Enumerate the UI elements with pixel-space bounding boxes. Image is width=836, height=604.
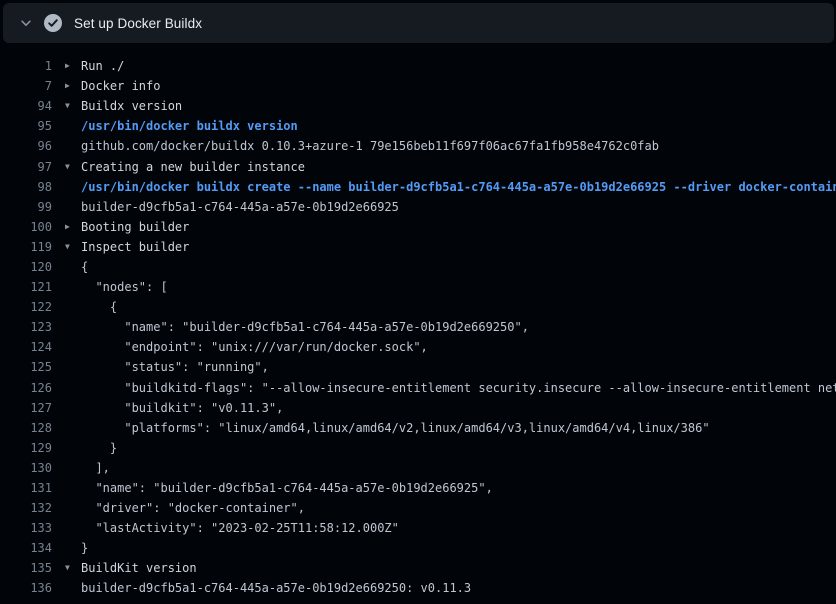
output-text: "platforms": "linux/amd64,linux/amd64/v2… bbox=[81, 421, 710, 435]
line-number[interactable]: 135 bbox=[0, 561, 52, 575]
line-number[interactable]: 97 bbox=[0, 160, 52, 174]
line-number[interactable]: 99 bbox=[0, 200, 52, 214]
triangle-down-icon[interactable]: ▼ bbox=[65, 564, 81, 572]
log-area: 1 ▶Run ./ 7 ▶Docker info 94 ▼Buildx vers… bbox=[0, 43, 836, 599]
output-text: builder-d9cfb5a1-c764-445a-a57e-0b19d2e6… bbox=[81, 200, 399, 214]
line-number[interactable]: 123 bbox=[0, 320, 52, 334]
output-text: { bbox=[81, 300, 117, 314]
line-number[interactable]: 94 bbox=[0, 99, 52, 113]
output-text: "nodes": [ bbox=[81, 280, 168, 294]
log-line[interactable]: 100 ▶Booting builder bbox=[0, 217, 836, 237]
line-number[interactable]: 126 bbox=[0, 381, 52, 395]
line-number[interactable]: 133 bbox=[0, 521, 52, 535]
line-number[interactable]: 122 bbox=[0, 300, 52, 314]
line-number[interactable]: 129 bbox=[0, 441, 52, 455]
output-text: "driver": "docker-container", bbox=[81, 501, 305, 515]
triangle-right-icon[interactable]: ▶ bbox=[65, 62, 81, 70]
log-line: 129 } bbox=[0, 438, 836, 458]
log-line: 126 "buildkitd-flags": "--allow-insecure… bbox=[0, 378, 836, 398]
chevron-down-icon[interactable] bbox=[19, 16, 33, 30]
output-text: "lastActivity": "2023-02-25T11:58:12.000… bbox=[81, 521, 399, 535]
line-number[interactable]: 1 bbox=[0, 59, 52, 73]
line-number[interactable]: 125 bbox=[0, 360, 52, 374]
output-text: builder-d9cfb5a1-c764-445a-a57e-0b19d2e6… bbox=[81, 581, 471, 595]
log-line: 96 github.com/docker/buildx 0.10.3+azure… bbox=[0, 136, 836, 156]
line-number[interactable]: 119 bbox=[0, 240, 52, 254]
line-number[interactable]: 95 bbox=[0, 119, 52, 133]
command-text: /usr/bin/docker buildx create --name bui… bbox=[81, 180, 836, 194]
triangle-down-icon[interactable]: ▼ bbox=[65, 243, 81, 251]
line-number[interactable]: 124 bbox=[0, 340, 52, 354]
output-text: "name": "builder-d9cfb5a1-c764-445a-a57e… bbox=[81, 320, 529, 334]
log-line: 122 { bbox=[0, 297, 836, 317]
command-text: /usr/bin/docker buildx version bbox=[81, 119, 298, 133]
log-line: 98 /usr/bin/docker buildx create --name … bbox=[0, 177, 836, 197]
log-line: 130 ], bbox=[0, 458, 836, 478]
log-line: 128 "platforms": "linux/amd64,linux/amd6… bbox=[0, 418, 836, 438]
line-number[interactable]: 131 bbox=[0, 481, 52, 495]
log-line: 132 "driver": "docker-container", bbox=[0, 498, 836, 518]
log-line: 131 "name": "builder-d9cfb5a1-c764-445a-… bbox=[0, 478, 836, 498]
group-title[interactable]: BuildKit version bbox=[81, 561, 197, 575]
log-line[interactable]: 119 ▼Inspect builder bbox=[0, 237, 836, 257]
line-number[interactable]: 100 bbox=[0, 220, 52, 234]
line-number[interactable]: 120 bbox=[0, 260, 52, 274]
group-title[interactable]: Run ./ bbox=[81, 59, 124, 73]
check-circle-icon bbox=[44, 14, 62, 32]
output-text: "buildkitd-flags": "--allow-insecure-ent… bbox=[81, 381, 836, 395]
log-line: 99 builder-d9cfb5a1-c764-445a-a57e-0b19d… bbox=[0, 197, 836, 217]
line-number[interactable]: 96 bbox=[0, 139, 52, 153]
group-title[interactable]: Buildx version bbox=[81, 99, 182, 113]
output-text: "endpoint": "unix:///var/run/docker.sock… bbox=[81, 340, 428, 354]
group-title[interactable]: Inspect builder bbox=[81, 240, 189, 254]
line-number[interactable]: 134 bbox=[0, 541, 52, 555]
line-number[interactable]: 98 bbox=[0, 180, 52, 194]
line-number[interactable]: 132 bbox=[0, 501, 52, 515]
output-text: "name": "builder-d9cfb5a1-c764-445a-a57e… bbox=[81, 481, 493, 495]
line-number[interactable]: 128 bbox=[0, 421, 52, 435]
triangle-down-icon[interactable]: ▼ bbox=[65, 102, 81, 110]
log-line[interactable]: 1 ▶Run ./ bbox=[0, 56, 836, 76]
output-text: "buildkit": "v0.11.3", bbox=[81, 401, 283, 415]
group-title[interactable]: Docker info bbox=[81, 79, 160, 93]
output-text: { bbox=[81, 260, 88, 274]
line-number[interactable]: 136 bbox=[0, 581, 52, 595]
output-text: "status": "running", bbox=[81, 360, 269, 374]
output-text: } bbox=[81, 541, 88, 555]
log-line: 127 "buildkit": "v0.11.3", bbox=[0, 398, 836, 418]
log-line[interactable]: 97 ▼Creating a new builder instance bbox=[0, 156, 836, 176]
log-line[interactable]: 7 ▶Docker info bbox=[0, 76, 836, 96]
group-title[interactable]: Booting builder bbox=[81, 220, 189, 234]
log-line: 125 "status": "running", bbox=[0, 357, 836, 377]
triangle-down-icon[interactable]: ▼ bbox=[65, 163, 81, 171]
log-line: 95 /usr/bin/docker buildx version bbox=[0, 116, 836, 136]
log-line: 121 "nodes": [ bbox=[0, 277, 836, 297]
line-number[interactable]: 121 bbox=[0, 280, 52, 294]
log-line[interactable]: 135 ▼BuildKit version bbox=[0, 558, 836, 578]
triangle-right-icon[interactable]: ▶ bbox=[65, 223, 81, 231]
step-header[interactable]: Set up Docker Buildx bbox=[3, 3, 834, 43]
log-line: 133 "lastActivity": "2023-02-25T11:58:12… bbox=[0, 518, 836, 538]
output-text: github.com/docker/buildx 0.10.3+azure-1 … bbox=[81, 139, 659, 153]
step-title: Set up Docker Buildx bbox=[74, 16, 202, 31]
log-line: 136 builder-d9cfb5a1-c764-445a-a57e-0b19… bbox=[0, 578, 836, 598]
log-line: 124 "endpoint": "unix:///var/run/docker.… bbox=[0, 337, 836, 357]
log-line: 120 { bbox=[0, 257, 836, 277]
log-line: 134 } bbox=[0, 538, 836, 558]
log-line[interactable]: 94 ▼Buildx version bbox=[0, 96, 836, 116]
log-line: 123 "name": "builder-d9cfb5a1-c764-445a-… bbox=[0, 317, 836, 337]
triangle-right-icon[interactable]: ▶ bbox=[65, 82, 81, 90]
output-text: ], bbox=[81, 461, 110, 475]
line-number[interactable]: 130 bbox=[0, 461, 52, 475]
line-number[interactable]: 7 bbox=[0, 79, 52, 93]
output-text: } bbox=[81, 441, 117, 455]
line-number[interactable]: 127 bbox=[0, 401, 52, 415]
group-title[interactable]: Creating a new builder instance bbox=[81, 160, 305, 174]
